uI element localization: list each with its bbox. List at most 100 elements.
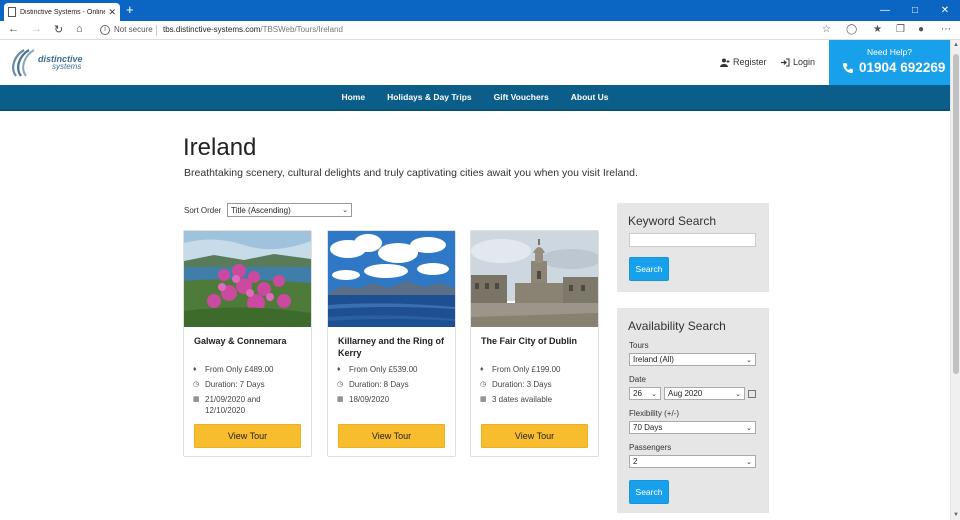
page-icon	[8, 7, 16, 17]
tour-image-galway[interactable]	[184, 231, 311, 327]
close-window-icon[interactable]: ✕	[930, 0, 960, 21]
profile-icon[interactable]: ●	[918, 24, 924, 35]
info-icon[interactable]: i	[100, 25, 110, 35]
url-host: tbs.distinctive-systems.com	[163, 25, 261, 34]
help-label: Need Help?	[867, 47, 912, 57]
sort-order-value: Title (Ascending)	[231, 205, 291, 215]
site-header: distinctive systems Register Login Need …	[0, 40, 950, 85]
keyword-input[interactable]	[629, 233, 756, 247]
flexibility-label: Flexibility (+/-)	[629, 409, 680, 418]
killarney-lake-image	[328, 231, 455, 327]
calendar-icon: ▦	[337, 396, 344, 403]
page-scrollbar[interactable]: ▲ ▼	[950, 40, 960, 520]
browser-titlebar: Distinctive Systems - Online boo ✕ + — □…	[0, 0, 960, 21]
calendar-icon: ▦	[193, 396, 200, 403]
register-link[interactable]: Register	[720, 57, 767, 67]
view-tour-button[interactable]: View Tour	[194, 424, 301, 448]
tour-duration: ◷ Duration: 3 Days	[480, 379, 552, 390]
collections-icon[interactable]: ❐	[896, 24, 905, 35]
tour-price-text: From Only £539.00	[349, 365, 418, 374]
company-logo[interactable]: distinctive systems	[8, 48, 88, 78]
tab-title: Distinctive Systems - Online boo	[20, 8, 106, 16]
address-bar: ← → ↻ ⌂ i Not secure tbs.distinctive-sys…	[0, 21, 960, 40]
shield-icon[interactable]: ◯	[846, 24, 857, 35]
nav-holidays-day-trips[interactable]: Holidays & Day Trips	[387, 92, 472, 102]
logo-text: distinctive systems	[38, 55, 83, 71]
refresh-icon[interactable]: ↻	[54, 23, 63, 36]
view-tour-button[interactable]: View Tour	[481, 424, 588, 448]
back-icon[interactable]: ←	[8, 23, 19, 35]
url-field[interactable]: tbs.distinctive-systems.com/TBSWeb/Tours…	[163, 25, 343, 34]
chevron-down-icon: ⌄	[651, 390, 657, 398]
tour-image-dublin[interactable]	[471, 231, 598, 327]
new-tab-button[interactable]: +	[126, 3, 134, 17]
help-panel[interactable]: Need Help? 01904 692269	[829, 40, 950, 85]
scroll-up-icon[interactable]: ▲	[951, 40, 960, 50]
sort-order-label: Sort Order	[184, 206, 222, 215]
phone-number[interactable]: 01904 692269	[842, 60, 945, 75]
tour-title[interactable]: Killarney and the Ring of Kerry	[338, 335, 450, 359]
tour-price-text: From Only £489.00	[205, 365, 274, 374]
tour-price-text: From Only £199.00	[492, 365, 561, 374]
tour-duration: ◷ Duration: 8 Days	[337, 379, 409, 390]
tour-dates: ▦ 21/09/2020 and 12/10/2020	[193, 394, 278, 416]
browser-tab[interactable]: Distinctive Systems - Online boo ✕	[4, 3, 120, 21]
calendar-icon: ▦	[480, 396, 487, 403]
nav-gift-vouchers[interactable]: Gift Vouchers	[494, 92, 549, 102]
login-label: Login	[793, 57, 816, 67]
chevron-down-icon: ⌄	[735, 390, 741, 398]
phone-label: 01904 692269	[859, 60, 946, 75]
tours-select[interactable]: Ireland (All) ⌄	[629, 353, 756, 366]
tour-price: ♦ From Only £539.00	[337, 364, 417, 375]
favorites-icon[interactable]: ★	[873, 24, 882, 35]
tours-label: Tours	[629, 341, 649, 350]
day-value: 26	[633, 389, 642, 398]
tour-title[interactable]: Galway & Connemara	[194, 335, 306, 347]
day-select[interactable]: 26 ⌄	[629, 387, 661, 400]
flexibility-value: 70 Days	[633, 423, 663, 432]
tour-duration-text: Duration: 3 Days	[492, 380, 552, 389]
tour-duration-text: Duration: 7 Days	[205, 380, 265, 389]
home-icon[interactable]: ⌂	[76, 23, 83, 35]
favorite-icon[interactable]: ☆	[822, 24, 831, 35]
nav-home[interactable]: Home	[341, 92, 365, 102]
tours-value: Ireland (All)	[633, 355, 674, 364]
tag-icon: ♦	[480, 366, 484, 373]
passengers-value: 2	[633, 457, 638, 466]
phone-icon	[843, 62, 853, 73]
page-title: Ireland	[183, 134, 257, 161]
forward-icon[interactable]: →	[31, 23, 42, 35]
tour-dates: ▦ 18/09/2020	[337, 394, 389, 405]
clock-icon: ◷	[193, 381, 200, 388]
flexibility-select[interactable]: 70 Days ⌄	[629, 421, 756, 434]
availability-search-button[interactable]: Search	[629, 480, 669, 504]
maximize-icon[interactable]: □	[900, 0, 930, 21]
minimize-icon[interactable]: —	[870, 0, 900, 21]
tour-card-killarney: Killarney and the Ring of Kerry ♦ From On…	[327, 230, 456, 457]
sort-order-select[interactable]: Title (Ascending) ⌄	[227, 203, 352, 217]
tour-price: ♦ From Only £489.00	[193, 364, 273, 375]
view-tour-button[interactable]: View Tour	[338, 424, 445, 448]
menu-icon[interactable]: ⋯	[941, 24, 951, 35]
nav-about-us[interactable]: About Us	[571, 92, 609, 102]
calendar-icon[interactable]	[748, 390, 756, 398]
scroll-down-icon[interactable]: ▼	[951, 510, 960, 520]
tab-close-icon[interactable]: ✕	[108, 7, 116, 18]
month-select[interactable]: Aug 2020 ⌄	[664, 387, 745, 400]
tour-title[interactable]: The Fair City of Dublin	[481, 335, 593, 347]
page-intro: Breathtaking scenery, cultural delights …	[184, 167, 638, 179]
keyword-search-button[interactable]: Search	[629, 257, 669, 281]
tour-card-dublin: The Fair City of Dublin ♦ From Only £199.…	[470, 230, 599, 457]
passengers-select[interactable]: 2 ⌄	[629, 455, 756, 468]
logo-line2: systems	[52, 62, 82, 71]
dublin-campus-image	[471, 231, 598, 327]
register-label: Register	[733, 57, 767, 67]
keyword-search-panel: Keyword Search Search	[617, 203, 769, 292]
login-link[interactable]: Login	[781, 57, 815, 67]
tour-price: ♦ From Only £199.00	[480, 364, 560, 375]
galway-landscape-image	[184, 231, 311, 327]
chevron-down-icon: ⌄	[746, 424, 752, 432]
tour-image-killarney[interactable]	[328, 231, 455, 327]
security-label[interactable]: Not secure	[114, 25, 153, 34]
scrollbar-thumb[interactable]	[953, 54, 959, 374]
